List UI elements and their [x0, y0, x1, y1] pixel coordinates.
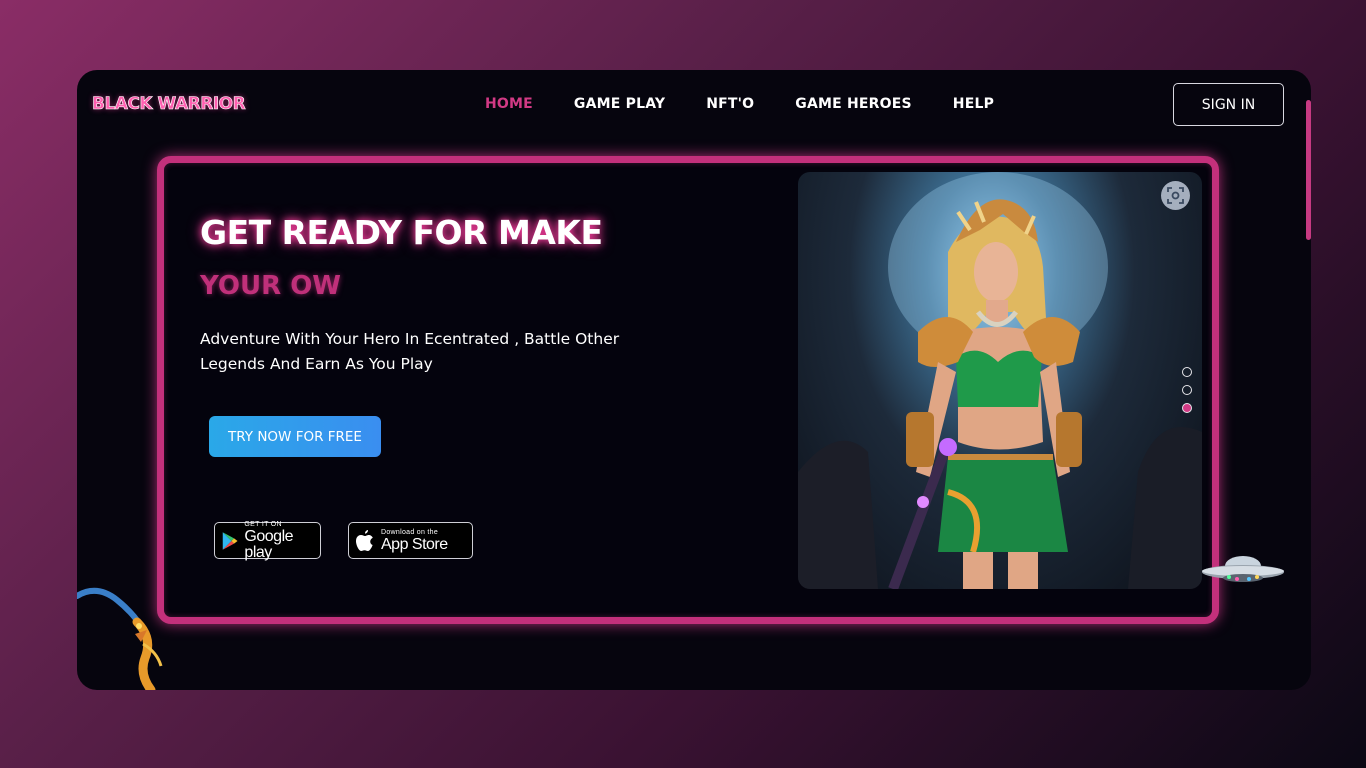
- warrior-illustration: [798, 172, 1202, 589]
- site-logo[interactable]: BLACK WARRIOR: [92, 94, 246, 115]
- google-play-icon: [222, 531, 238, 550]
- google-play-small-text: GET IT ON: [244, 520, 282, 528]
- google-play-big-text: Google play: [244, 527, 294, 561]
- app-store-small-text: Download on the: [381, 528, 439, 536]
- sign-in-button[interactable]: SIGN IN: [1173, 83, 1284, 126]
- nav-game-play[interactable]: GAME PLAY: [574, 96, 665, 112]
- scroll-accent: [1306, 100, 1311, 240]
- ufo-icon: [1202, 556, 1284, 582]
- image-zoom-button[interactable]: [1161, 181, 1190, 210]
- hero-subtext: Adventure With Your Hero In Ecentrated ,…: [200, 330, 620, 373]
- app-store-badge[interactable]: Download on the App Store: [348, 522, 473, 559]
- nav-help[interactable]: HELP: [953, 96, 994, 112]
- hero-character-image: [798, 172, 1202, 589]
- app-store-big-text: App Store: [381, 535, 448, 553]
- hero-headline: GET READY FOR MAKE: [200, 213, 603, 252]
- carousel-dot-1[interactable]: [1182, 367, 1192, 377]
- nav-home[interactable]: HOME: [485, 96, 533, 112]
- try-now-button[interactable]: TRY NOW FOR FREE: [209, 416, 381, 457]
- google-play-badge[interactable]: GET IT ON Google play: [214, 520, 321, 561]
- zoom-icon: [1167, 187, 1184, 204]
- nav-nfto[interactable]: NFT'O: [706, 96, 754, 112]
- nav-game-heroes[interactable]: GAME HEROES: [795, 96, 912, 112]
- carousel-dot-3[interactable]: [1182, 403, 1192, 413]
- carousel-dots: [1182, 367, 1192, 413]
- apple-icon: [356, 529, 373, 551]
- main-nav: HOME GAME PLAY NFT'O GAME HEROES HELP: [485, 96, 994, 112]
- hero-panel: GET READY FOR MAKE YOUR OW Adventure Wit…: [157, 156, 1219, 624]
- hero-typed-text: YOUR OW: [200, 271, 341, 301]
- carousel-dot-2[interactable]: [1182, 385, 1192, 395]
- main-window: BLACK WARRIOR HOME GAME PLAY NFT'O GAME …: [77, 70, 1311, 690]
